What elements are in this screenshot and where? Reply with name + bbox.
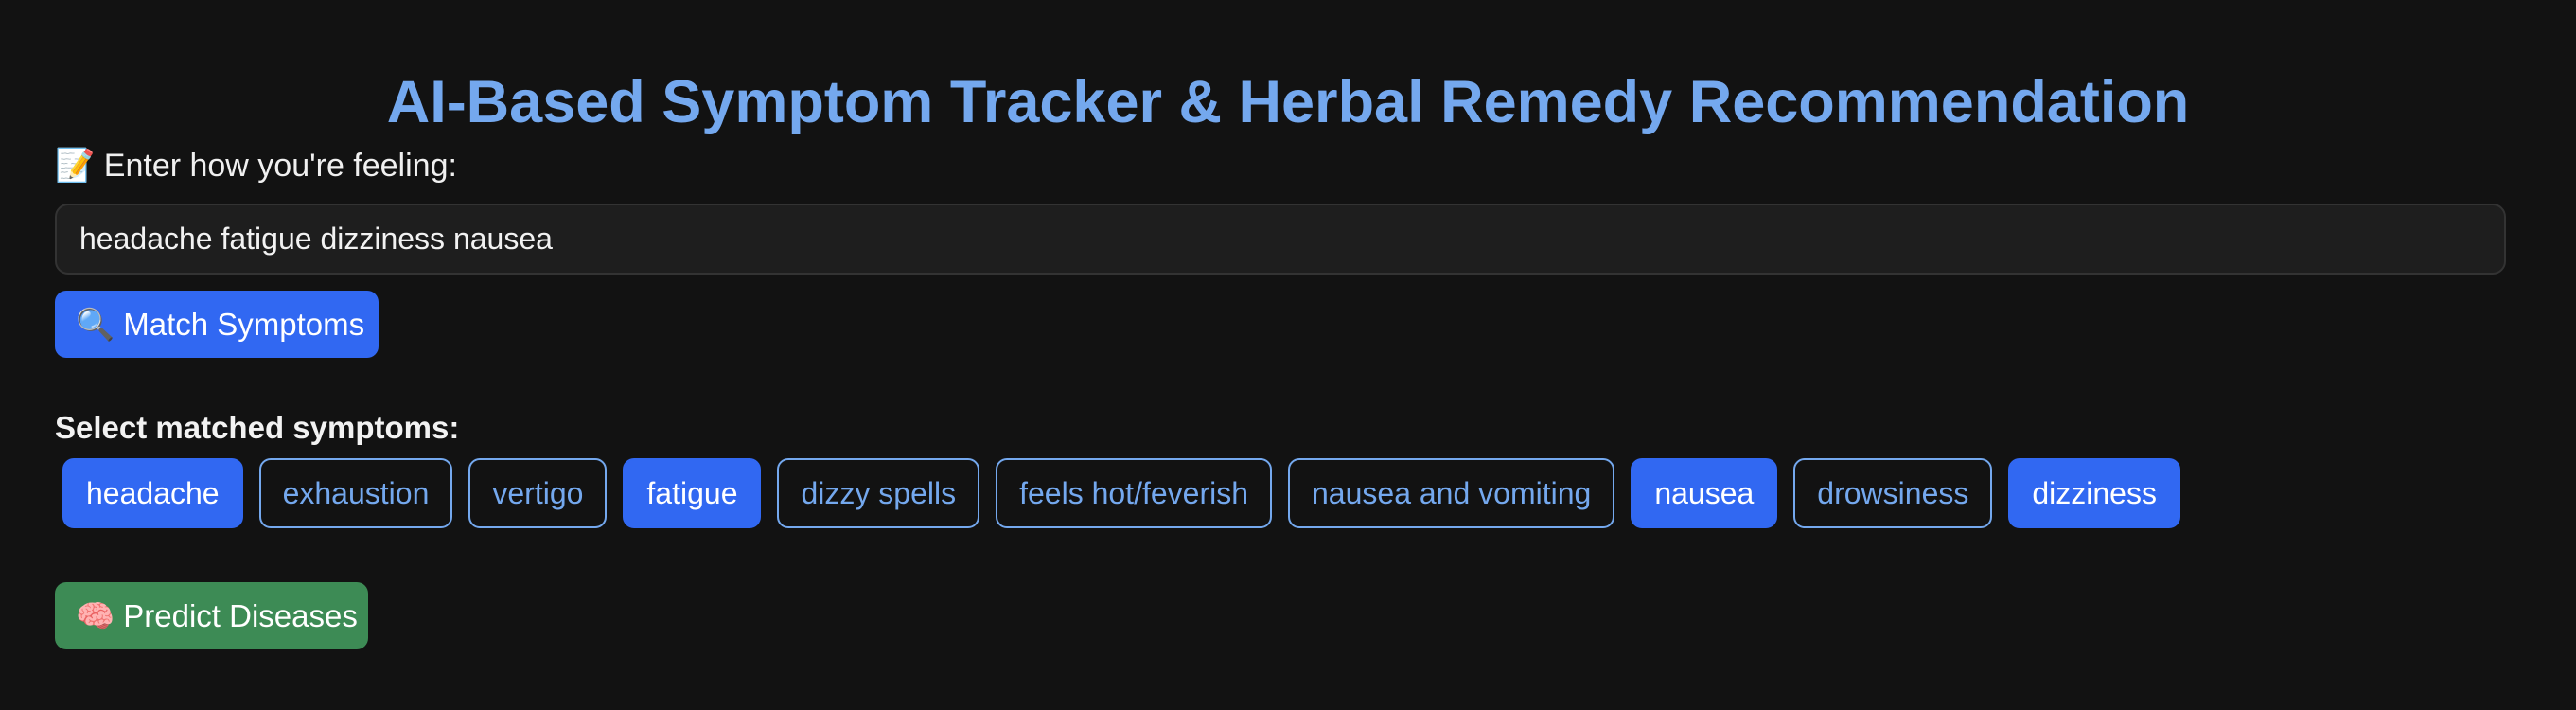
symptom-chip-headache[interactable]: headache <box>62 458 243 528</box>
symptom-chip-nausea-and-vomiting[interactable]: nausea and vomiting <box>1288 458 1615 528</box>
match-symptoms-button[interactable]: 🔍 Match Symptoms <box>55 291 379 358</box>
predict-diseases-button[interactable]: 🧠 Predict Diseases <box>55 582 368 649</box>
page-title: AI-Based Symptom Tracker & Herbal Remedy… <box>386 69 2190 136</box>
matched-symptoms-label: Select matched symptoms: <box>55 410 460 445</box>
symptom-chip-list: headache exhaustion vertigo fatigue dizz… <box>62 458 2180 528</box>
symptom-chip-feels-hot-feverish[interactable]: feels hot/feverish <box>996 458 1272 528</box>
symptom-chip-dizziness[interactable]: dizziness <box>2008 458 2180 528</box>
symptom-input[interactable] <box>55 204 2506 275</box>
symptom-chip-vertigo[interactable]: vertigo <box>468 458 608 528</box>
symptom-chip-drowsiness[interactable]: drowsiness <box>1793 458 1993 528</box>
symptom-chip-exhaustion[interactable]: exhaustion <box>258 458 453 528</box>
symptom-input-label: 📝 Enter how you're feeling: <box>55 148 457 184</box>
symptom-chip-nausea[interactable]: nausea <box>1631 458 1778 528</box>
symptom-chip-dizzy-spells[interactable]: dizzy spells <box>777 458 980 528</box>
symptom-chip-fatigue[interactable]: fatigue <box>623 458 762 528</box>
